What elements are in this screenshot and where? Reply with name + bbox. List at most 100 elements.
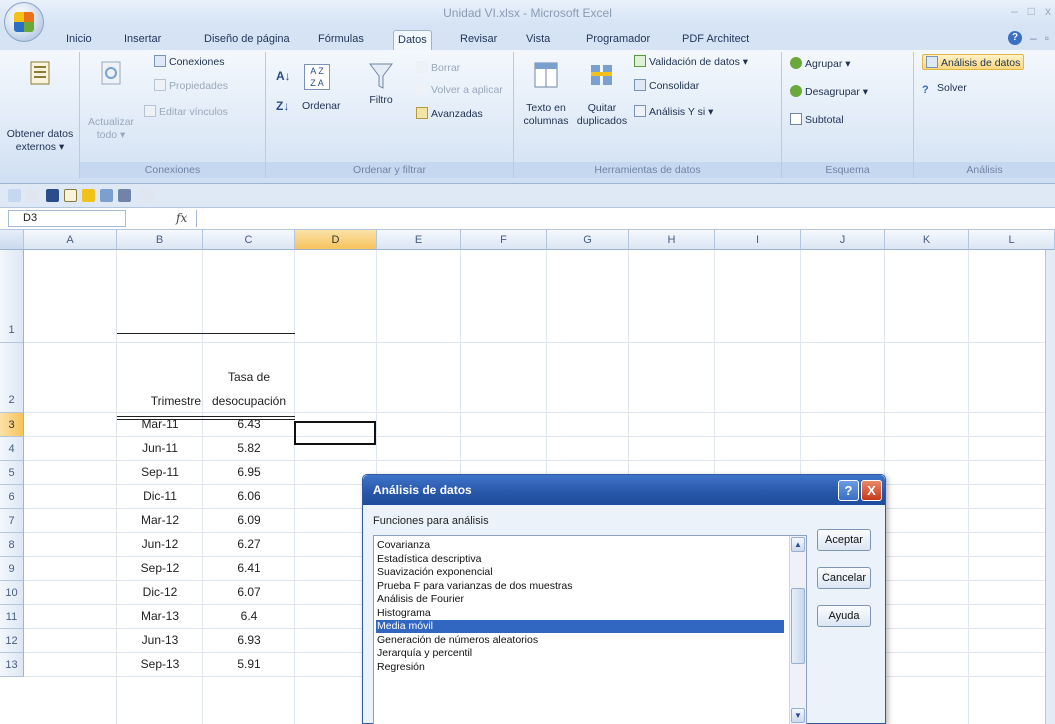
minimize-button[interactable]: –: [1011, 4, 1018, 18]
cell-tasa[interactable]: 6.43: [203, 417, 295, 431]
cell-trimestre[interactable]: Mar-12: [117, 513, 203, 527]
obtener-datos-button[interactable]: Obtener datos externos ▾: [4, 60, 76, 154]
dialog-help-icon[interactable]: ?: [838, 480, 859, 501]
cell-trimestre[interactable]: Jun-13: [117, 633, 203, 647]
editar-vinculos-button[interactable]: Editar vínculos: [144, 104, 228, 120]
cell-trimestre[interactable]: Jun-12: [117, 537, 203, 551]
list-item[interactable]: Media móvil: [376, 620, 784, 633]
actualizar-todo-button[interactable]: Actualizar todo ▾: [84, 60, 138, 142]
validacion-datos-button[interactable]: Validación de datos ▾: [634, 54, 748, 70]
cell-tasa[interactable]: 6.07: [203, 585, 295, 599]
cell-tasa[interactable]: 6.93: [203, 633, 295, 647]
row-header-8[interactable]: 8: [0, 533, 24, 557]
scroll-thumb[interactable]: [791, 588, 805, 664]
cell-trimestre[interactable]: Dic-12: [117, 585, 203, 599]
agrupar-button[interactable]: Agrupar ▾: [790, 56, 851, 72]
tab-vista[interactable]: Vista: [522, 30, 554, 50]
cell-trimestre[interactable]: Sep-13: [117, 657, 203, 671]
tab-insertar[interactable]: Insertar: [120, 30, 165, 50]
cell-trimestre[interactable]: Jun-11: [117, 441, 203, 455]
office-button[interactable]: [4, 2, 44, 42]
active-cell-d3[interactable]: [294, 421, 376, 445]
cell-tasa[interactable]: 6.06: [203, 489, 295, 503]
column-header-e[interactable]: E: [377, 230, 461, 250]
ayuda-button[interactable]: Ayuda: [817, 605, 871, 627]
column-header-k[interactable]: K: [885, 230, 969, 250]
list-item[interactable]: Jerarquía y percentil: [376, 647, 784, 660]
row-header-6[interactable]: 6: [0, 485, 24, 509]
close-button[interactable]: x: [1045, 4, 1051, 18]
function-icon[interactable]: fx: [176, 211, 187, 225]
scroll-down-icon[interactable]: ▼: [791, 708, 805, 723]
cell-trimestre[interactable]: Sep-11: [117, 465, 203, 479]
select-all-corner[interactable]: [0, 230, 24, 250]
print-icon[interactable]: [118, 189, 131, 202]
list-item[interactable]: Prueba F para varianzas de dos muestras: [376, 580, 784, 593]
new-icon[interactable]: [64, 189, 77, 202]
row-header-1[interactable]: 1: [0, 250, 24, 343]
cell-trimestre[interactable]: Dic-11: [117, 489, 203, 503]
column-header-g[interactable]: G: [547, 230, 629, 250]
cell-trimestre[interactable]: Mar-13: [117, 609, 203, 623]
redo-icon[interactable]: [26, 189, 39, 202]
borrar-button[interactable]: Borrar: [416, 60, 460, 76]
column-header-a[interactable]: A: [24, 230, 117, 250]
row-header-9[interactable]: 9: [0, 557, 24, 581]
column-header-d[interactable]: D: [295, 230, 377, 250]
list-item[interactable]: Covarianza: [376, 539, 784, 552]
desagrupar-button[interactable]: Desagrupar ▾: [790, 84, 868, 100]
tab-revisar[interactable]: Revisar: [456, 30, 501, 50]
workbook-restore-button[interactable]: ▫: [1045, 31, 1049, 45]
analisis-datos-button[interactable]: Análisis de datos: [922, 54, 1025, 70]
analisis-ysi-button[interactable]: Análisis Y si ▾: [634, 104, 713, 120]
tab-inicio[interactable]: Inicio: [62, 30, 96, 50]
scroll-up-icon[interactable]: ▲: [791, 537, 805, 552]
row-header-12[interactable]: 12: [0, 629, 24, 653]
column-header-c[interactable]: C: [203, 230, 295, 250]
texto-columnas-button[interactable]: Texto en columnas: [520, 60, 572, 128]
cell-tasa[interactable]: 6.27: [203, 537, 295, 551]
sort-za-icon[interactable]: Z↓: [276, 98, 289, 114]
row-header-11[interactable]: 11: [0, 605, 24, 629]
vertical-scrollbar[interactable]: [1045, 250, 1055, 724]
list-item[interactable]: Estadística descriptiva: [376, 553, 784, 566]
cell-tasa[interactable]: 6.41: [203, 561, 295, 575]
solver-button[interactable]: ? Solver: [922, 80, 967, 96]
help-icon[interactable]: ?: [1008, 31, 1023, 45]
cancelar-button[interactable]: Cancelar: [817, 567, 871, 589]
list-item[interactable]: Generación de números aleatorios: [376, 634, 784, 647]
list-scrollbar[interactable]: ▲ ▼: [789, 536, 806, 724]
cell-trimestre[interactable]: Sep-12: [117, 561, 203, 575]
list-item[interactable]: Regresión: [376, 661, 784, 674]
sort-az-icon[interactable]: A↓: [276, 68, 291, 84]
cell-tasa[interactable]: 6.09: [203, 513, 295, 527]
customize-icon[interactable]: [140, 189, 153, 202]
list-item[interactable]: Histograma: [376, 607, 784, 620]
cell-tasa[interactable]: 5.82: [203, 441, 295, 455]
row-header-10[interactable]: 10: [0, 581, 24, 605]
formula-input[interactable]: [196, 210, 1055, 227]
consolidar-button[interactable]: Consolidar: [634, 78, 699, 94]
maximize-button[interactable]: □: [1028, 4, 1035, 18]
column-header-j[interactable]: J: [801, 230, 885, 250]
column-header-f[interactable]: F: [461, 230, 547, 250]
list-item[interactable]: Suavización exponencial: [376, 566, 784, 579]
row-header-4[interactable]: 4: [0, 437, 24, 461]
cell-trimestre[interactable]: Mar-11: [117, 417, 203, 431]
workbook-minimize-button[interactable]: –: [1030, 31, 1037, 45]
volver-aplicar-button[interactable]: Volver a aplicar: [416, 82, 503, 98]
aceptar-button[interactable]: Aceptar: [817, 529, 871, 551]
tab-diseno-pagina[interactable]: Diseño de página: [200, 30, 294, 50]
ordenar-button[interactable]: Ordenar: [302, 98, 341, 114]
list-item[interactable]: Análisis de Fourier: [376, 593, 784, 606]
functions-listbox[interactable]: Covarianza Estadística descriptiva Suaviza…: [373, 535, 807, 724]
dialog-close-icon[interactable]: X: [861, 480, 882, 501]
avanzadas-button[interactable]: Avanzadas: [416, 106, 483, 122]
conexiones-button[interactable]: Conexiones: [154, 54, 224, 70]
filtro-button[interactable]: Filtro: [364, 60, 398, 107]
open-icon[interactable]: [82, 189, 95, 202]
cell-tasa[interactable]: 6.4: [203, 609, 295, 623]
name-box[interactable]: D3: [8, 210, 126, 227]
cell-tasa[interactable]: 6.95: [203, 465, 295, 479]
quitar-duplicados-button[interactable]: Quitar duplicados: [574, 60, 630, 128]
